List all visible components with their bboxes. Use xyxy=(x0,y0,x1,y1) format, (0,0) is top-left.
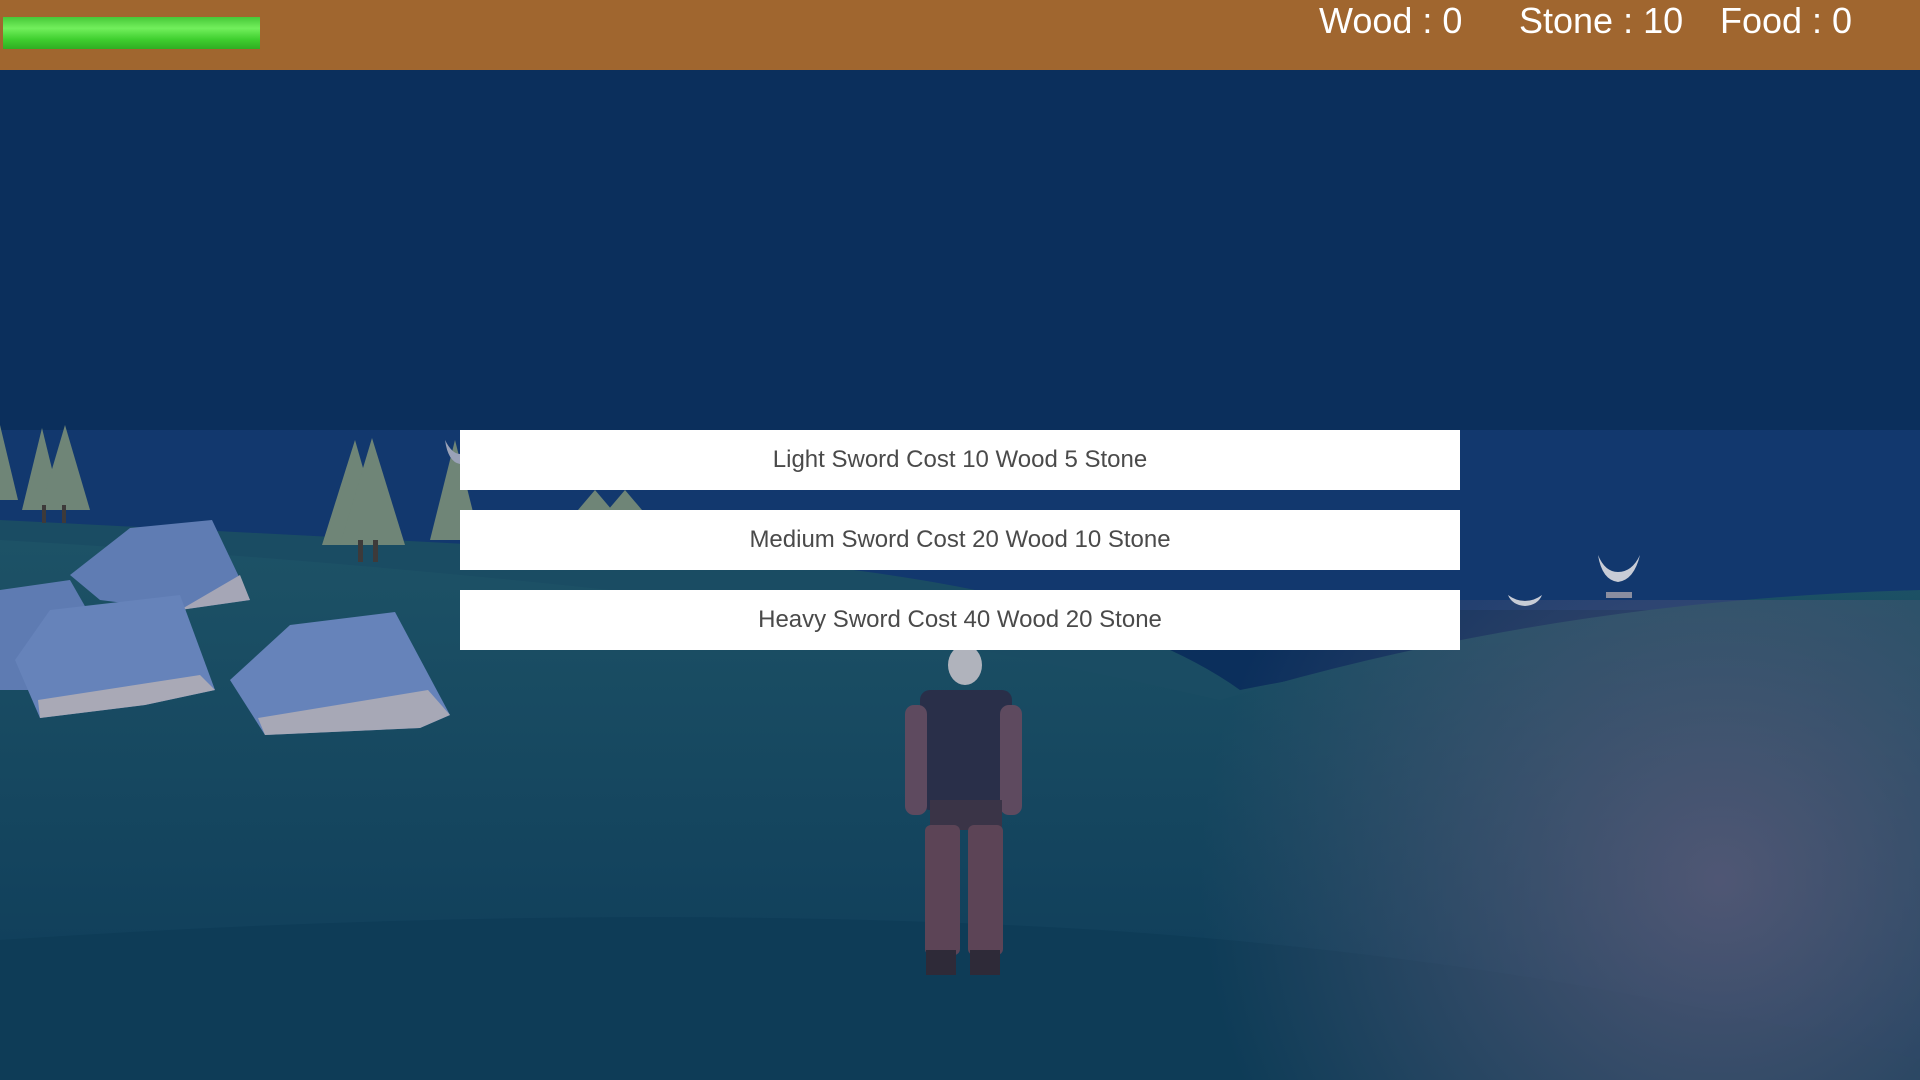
craft-heavy-sword-button[interactable]: Heavy Sword Cost 40 Wood 20 Stone xyxy=(460,590,1460,650)
hud-top-bar: Wood : 0 Stone : 10 Food : 0 xyxy=(0,0,1920,70)
stone-counter: Stone : 10 xyxy=(1519,0,1684,41)
food-counter: Food : 0 xyxy=(1720,0,1853,41)
craft-medium-sword-button[interactable]: Medium Sword Cost 20 Wood 10 Stone xyxy=(460,510,1460,570)
wood-counter: Wood : 0 xyxy=(1319,0,1463,41)
fog xyxy=(1000,600,1920,1080)
health-bar xyxy=(3,17,260,49)
craft-light-sword-button[interactable]: Light Sword Cost 10 Wood 5 Stone xyxy=(460,430,1460,490)
game-viewport[interactable]: Wood : 0 Stone : 10 Food : 0 Light Sword… xyxy=(0,0,1920,1080)
health-bar-fill xyxy=(3,17,260,49)
